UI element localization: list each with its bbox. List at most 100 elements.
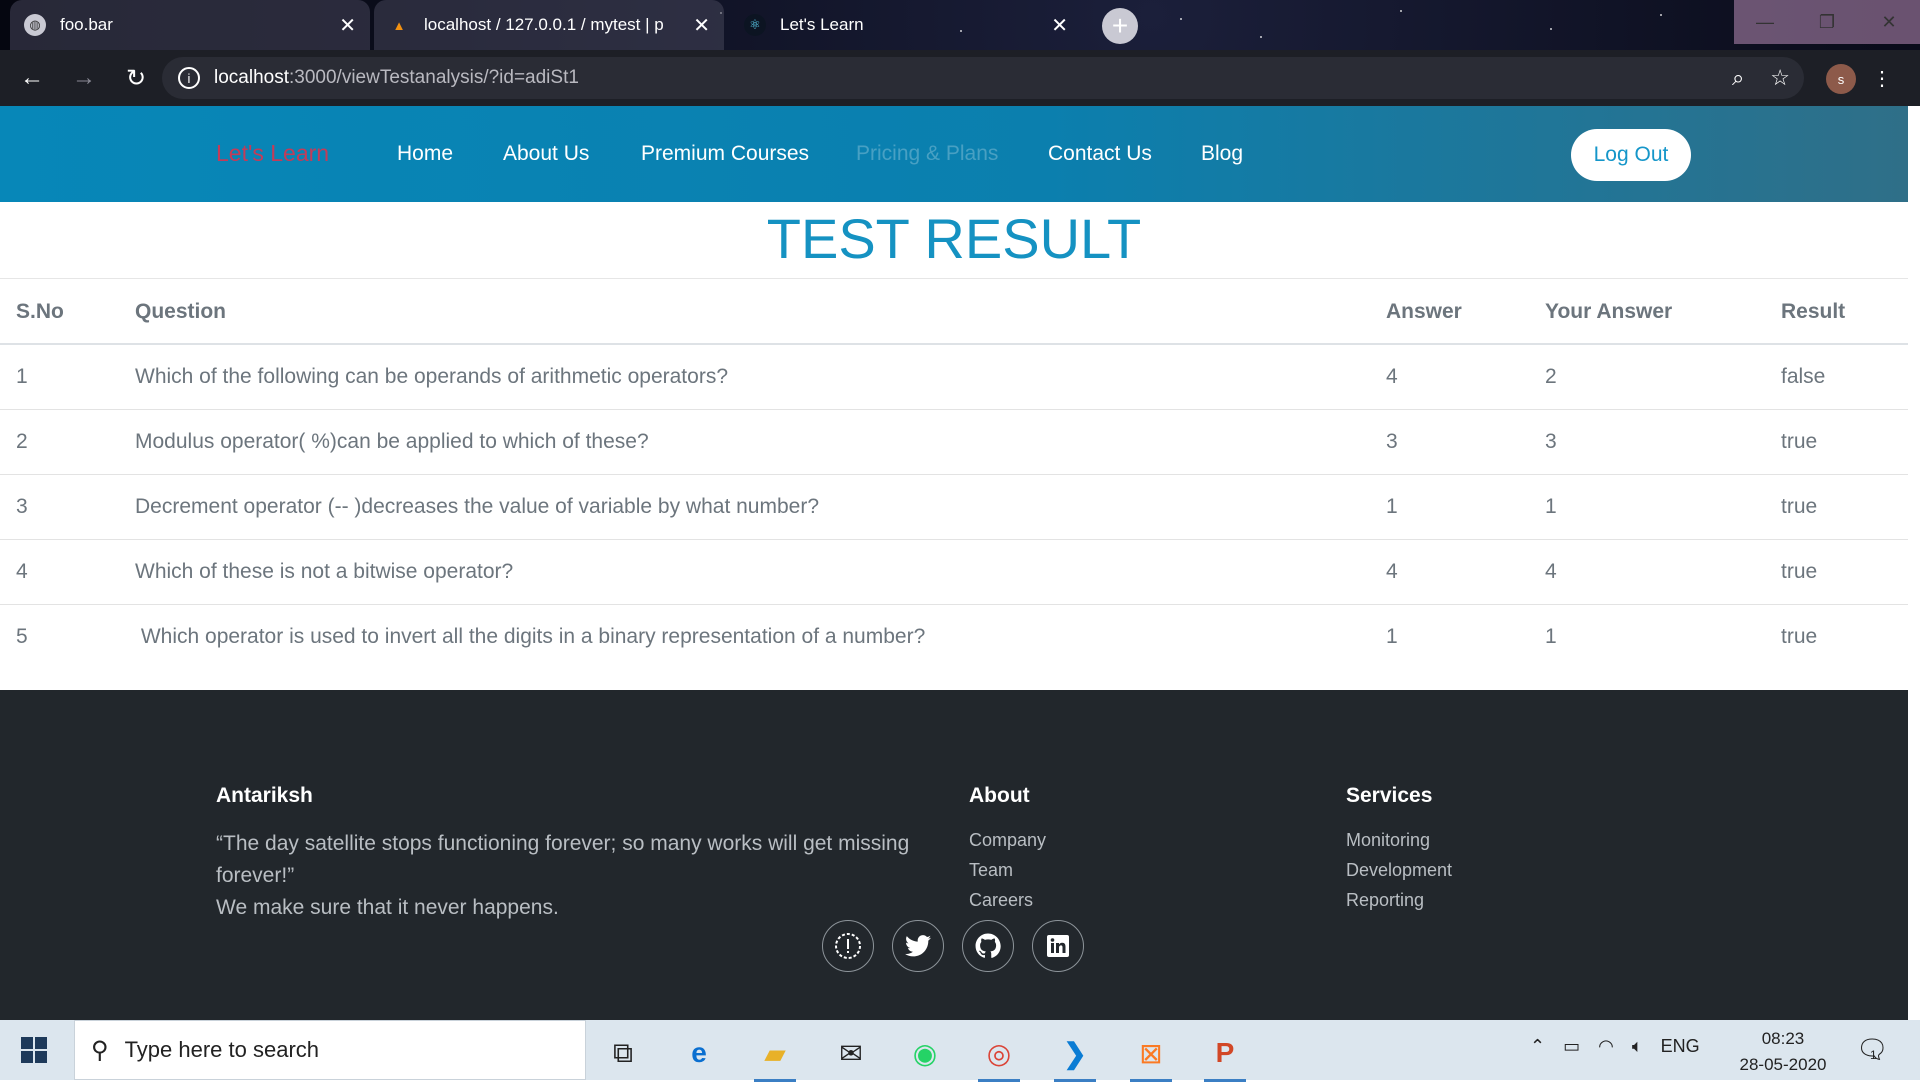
url-path: :3000/viewTestanalysis/?id=adiSt1: [289, 67, 579, 88]
site-navbar: Let's Learn Home About Us Premium Course…: [0, 106, 1908, 202]
tab-lets-learn[interactable]: ⚛ Let's Learn ✕: [730, 0, 1082, 50]
search-placeholder: Type here to search: [124, 1037, 320, 1062]
language-indicator[interactable]: ENG: [1661, 1036, 1700, 1057]
cell-question: Which of these is not a bitwise operator…: [135, 539, 1386, 605]
site-footer: Antariksh “The day satellite stops funct…: [0, 690, 1908, 1020]
star-decoration: [1550, 28, 1552, 30]
nav-about-us[interactable]: About Us: [503, 142, 589, 166]
close-icon[interactable]: ✕: [693, 13, 710, 38]
footer-heading-about: About: [969, 784, 1030, 807]
vscode-icon[interactable]: ❯: [1048, 1030, 1102, 1082]
divider: [0, 278, 1908, 279]
reload-button[interactable]: ↻: [116, 58, 156, 98]
cell-your-answer: 1: [1545, 624, 1557, 648]
footer-heading-services: Services: [1346, 784, 1433, 807]
column-header-result: Result: [1781, 280, 1908, 345]
column-header-answer: Answer: [1386, 280, 1545, 345]
cell-result: true: [1781, 474, 1908, 540]
search-icon: ⚲: [91, 1036, 109, 1064]
clock-date: 28-05-2020: [1739, 1055, 1827, 1074]
taskbar-search-box[interactable]: ⚲ Type here to search: [74, 1020, 586, 1080]
cell-question: Modulus operator( %)can be applied to wh…: [135, 409, 1386, 475]
window-controls: — ❐ ✕: [1734, 0, 1920, 44]
globe-icon: ◍: [24, 14, 46, 36]
tab-title: Let's Learn: [780, 15, 864, 34]
nav-contact-us[interactable]: Contact Us: [1048, 142, 1152, 166]
cell-result: true: [1781, 409, 1908, 475]
cell-result: false: [1781, 344, 1908, 410]
close-icon[interactable]: ✕: [1051, 13, 1068, 38]
close-icon[interactable]: ✕: [339, 13, 356, 38]
footer-quote-line: forever!”: [216, 864, 295, 887]
restore-button[interactable]: ❐: [1796, 0, 1858, 44]
chevron-up-icon[interactable]: ⌃: [1530, 1036, 1545, 1057]
cell-answer: 4: [1386, 344, 1545, 410]
wifi-icon[interactable]: ◠: [1598, 1036, 1614, 1057]
chrome-icon[interactable]: ◎: [972, 1030, 1026, 1082]
star-decoration: [1260, 36, 1262, 38]
alert-icon[interactable]: [822, 920, 874, 972]
cell-question: Which operator is used to invert all the…: [135, 624, 926, 648]
page-title: TEST RESULT: [766, 207, 1142, 270]
nav-premium-courses[interactable]: Premium Courses: [641, 142, 809, 166]
forward-button[interactable]: →: [64, 58, 104, 98]
volume-icon[interactable]: 🔈︎: [1632, 1036, 1643, 1057]
address-bar-actions: ⌕ ☆: [1732, 57, 1790, 99]
taskbar-clock[interactable]: 08:23 28-05-2020: [1728, 1026, 1838, 1078]
footer-link-monitoring[interactable]: Monitoring: [1346, 830, 1430, 851]
footer-link-development[interactable]: Development: [1346, 860, 1452, 881]
table-header-row: S.No Question Answer Your Answer Result: [0, 280, 1908, 345]
linkedin-icon[interactable]: [1032, 920, 1084, 972]
windows-start-icon[interactable]: [14, 1032, 54, 1068]
windows-taskbar: ⚲ Type here to search ⧉ e ▰ ✉ ◉ ◎ ❯ ⊠ P …: [0, 1020, 1920, 1082]
address-bar[interactable]: i localhost:3000/viewTestanalysis/?id=ad…: [162, 57, 1804, 99]
whatsapp-icon[interactable]: ◉: [898, 1030, 952, 1076]
star-decoration: [1400, 10, 1402, 12]
tab-foo-bar[interactable]: ◍ foo.bar ✕: [10, 0, 370, 50]
mail-icon[interactable]: ✉: [824, 1030, 878, 1076]
bookmark-star-icon[interactable]: ☆: [1770, 65, 1790, 91]
footer-link-team[interactable]: Team: [969, 860, 1013, 881]
cell-answer: 4: [1386, 539, 1545, 605]
profile-avatar[interactable]: s: [1826, 64, 1856, 94]
tab-title: foo.bar: [60, 15, 113, 34]
edge-icon[interactable]: e: [672, 1030, 726, 1076]
zoom-icon[interactable]: ⌕: [1732, 65, 1744, 91]
twitter-icon[interactable]: [892, 920, 944, 972]
clock-time: 08:23: [1761, 1029, 1805, 1048]
footer-link-reporting[interactable]: Reporting: [1346, 890, 1424, 911]
star-decoration: [1180, 18, 1182, 20]
react-icon: ⚛: [744, 14, 766, 36]
browser-menu-icon[interactable]: ⋮: [1872, 66, 1892, 91]
cell-your-answer: 1: [1545, 474, 1781, 540]
cell-question: Decrement operator (-- )decreases the va…: [135, 474, 1386, 540]
footer-link-careers[interactable]: Careers: [969, 890, 1033, 911]
nav-home[interactable]: Home: [397, 142, 453, 166]
xampp-icon[interactable]: ⊠: [1124, 1030, 1178, 1082]
cell-sno: 1: [0, 344, 135, 410]
column-header-sno: S.No: [0, 280, 135, 345]
notification-center-icon[interactable]: 🗨︎ 1: [1856, 1034, 1889, 1065]
tab-phpmyadmin[interactable]: ▲ localhost / 127.0.0.1 / mytest | p ✕: [374, 0, 724, 50]
battery-icon[interactable]: ▭: [1563, 1036, 1580, 1057]
cell-your-answer: 2: [1545, 344, 1781, 410]
powerpoint-icon[interactable]: P: [1198, 1030, 1252, 1082]
column-header-question: Question: [135, 280, 1386, 345]
brand-logo[interactable]: Let's Learn: [216, 140, 329, 167]
nav-blog[interactable]: Blog: [1201, 142, 1243, 166]
task-view-icon[interactable]: ⧉: [596, 1030, 650, 1076]
close-window-button[interactable]: ✕: [1858, 0, 1920, 44]
url-text[interactable]: localhost:3000/viewTestanalysis/?id=adiS…: [214, 67, 579, 89]
back-button[interactable]: ←: [12, 58, 52, 98]
new-tab-button[interactable]: +: [1102, 8, 1138, 44]
cell-sno: 3: [0, 474, 135, 540]
table-row: 5 Which operator is used to invert all t…: [0, 604, 1908, 669]
github-icon[interactable]: [962, 920, 1014, 972]
footer-quote-line: “The day satellite stops functioning for…: [216, 832, 910, 855]
minimize-button[interactable]: —: [1734, 0, 1796, 44]
logout-button[interactable]: Log Out: [1571, 129, 1691, 181]
browser-tab-strip: ◍ foo.bar ✕ ▲ localhost / 127.0.0.1 / my…: [0, 0, 1920, 50]
footer-link-company[interactable]: Company: [969, 830, 1046, 851]
site-info-icon[interactable]: i: [178, 67, 200, 89]
file-explorer-icon[interactable]: ▰: [748, 1030, 802, 1082]
